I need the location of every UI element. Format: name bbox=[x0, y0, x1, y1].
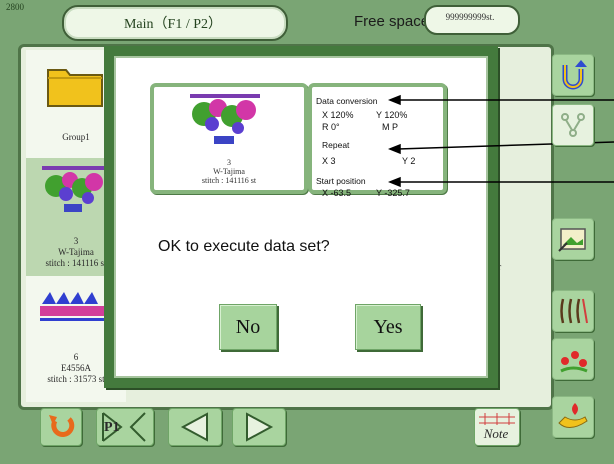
triangle-left-icon bbox=[180, 412, 208, 442]
embroidery-main-screen: 2800 Main（F1 / P2） Free space 999999999s… bbox=[0, 0, 614, 464]
design-preview-image bbox=[190, 94, 260, 144]
back-button[interactable] bbox=[40, 408, 82, 446]
back-arrow-icon bbox=[49, 415, 75, 437]
frame-photo-button[interactable] bbox=[552, 218, 594, 260]
no-button[interactable]: No bbox=[219, 304, 277, 350]
stitch-threads-button[interactable] bbox=[552, 290, 594, 332]
triangle-right-icon bbox=[246, 412, 274, 442]
confirm-question: OK to execute data set? bbox=[158, 238, 330, 255]
design-preview-label: 3 W-Tajima stitch : 141116 st bbox=[201, 158, 257, 185]
yes-button[interactable]: Yes bbox=[355, 304, 421, 350]
flowers-button[interactable] bbox=[552, 338, 594, 380]
repeat-label: Repeat bbox=[322, 140, 350, 150]
folder-icon[interactable] bbox=[46, 62, 104, 108]
page-title: Main（F1 / P2） bbox=[123, 17, 222, 32]
data-conversion-label: Data conversion bbox=[316, 96, 378, 106]
repeat-x-value: X 3 bbox=[322, 156, 336, 166]
frame-photo-icon bbox=[558, 228, 586, 252]
x-scale-value: X 120% bbox=[322, 110, 354, 120]
page-label: P1 bbox=[104, 420, 120, 435]
free-space-label: Free space bbox=[354, 13, 430, 30]
hand-tulip-button[interactable] bbox=[552, 396, 594, 438]
rotation-value: R 0° bbox=[322, 122, 340, 132]
next-page-button[interactable] bbox=[232, 408, 286, 446]
tree-connect-icon bbox=[561, 113, 585, 137]
flowers-icon bbox=[560, 351, 588, 373]
stitch-threads-icon bbox=[560, 298, 588, 324]
free-space-value: 999999999st. bbox=[445, 12, 495, 22]
u-turn-arrow-button[interactable] bbox=[552, 54, 594, 96]
hand-tulip-icon bbox=[558, 403, 588, 428]
note-label: Note bbox=[483, 426, 509, 441]
tree-connect-button[interactable] bbox=[552, 104, 594, 146]
start-position-label: Start position bbox=[316, 176, 366, 186]
u-turn-arrow-icon bbox=[562, 60, 587, 90]
prev-page-button[interactable] bbox=[168, 408, 222, 446]
start-x-value: X -63.5 bbox=[322, 188, 352, 198]
corner-code: 2800 bbox=[6, 2, 24, 12]
